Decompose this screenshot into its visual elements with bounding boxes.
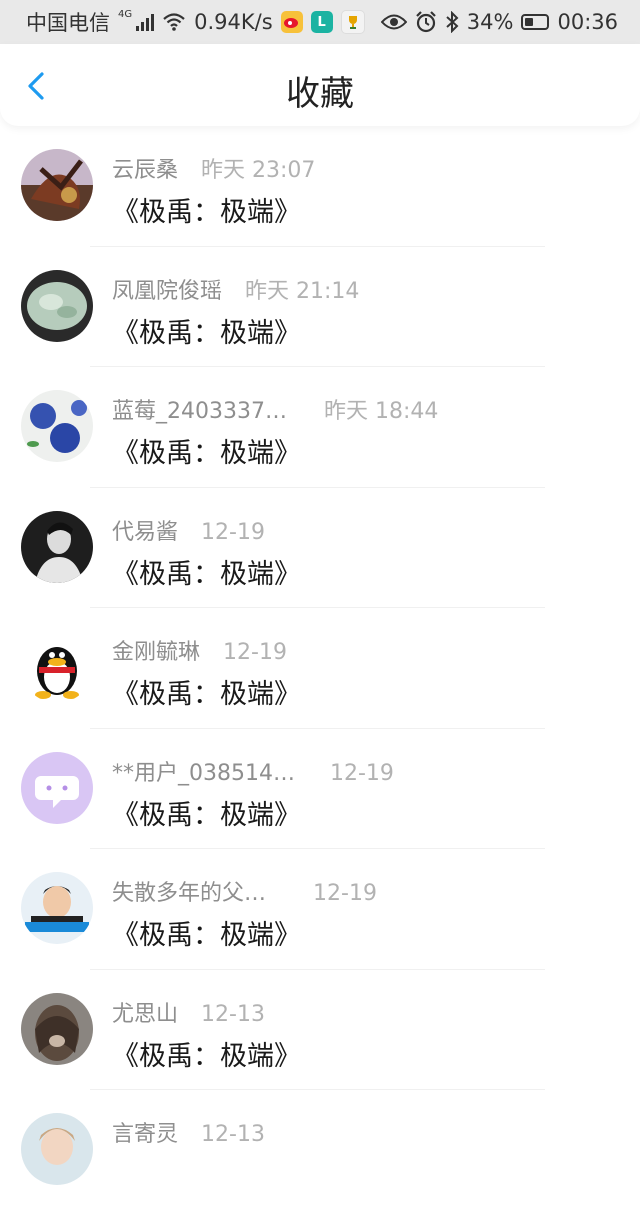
timestamp: 12-19 — [201, 519, 265, 545]
list-item[interactable]: 代易酱 12-19 《极禹：极端》 — [0, 488, 640, 608]
item-title[interactable]: 《极禹：极端》 — [112, 672, 301, 711]
battery-icon — [521, 14, 550, 30]
list-item[interactable]: 言寄灵 12-13 — [0, 1090, 640, 1211]
timestamp: 昨天 21:14 — [245, 278, 360, 304]
timestamp: 昨天 18:44 — [323, 399, 439, 424]
user-name[interactable]: 言寄灵 — [112, 1122, 178, 1147]
item-meta: 失散多年的父… 12-19 — [112, 875, 377, 907]
item-title[interactable]: 《极禹：极端》 — [112, 552, 301, 591]
item-title[interactable]: 《极禹：极端》 — [112, 431, 301, 470]
item-title[interactable]: 《极禹：极端》 — [112, 190, 301, 229]
page-title: 收藏 — [286, 74, 354, 114]
item-meta: 言寄灵 12-13 — [112, 1116, 265, 1148]
list-item[interactable]: **用户_038514… 12-19 《极禹：极端》 — [0, 729, 640, 849]
wifi-icon — [163, 13, 185, 31]
weibo-icon — [280, 11, 303, 33]
avatar[interactable] — [21, 510, 93, 583]
item-meta: **用户_038514… 12-19 — [112, 755, 394, 787]
list-item[interactable]: 蓝莓_2403337… 昨天 18:44 《极禹：极端》 — [0, 367, 640, 488]
item-title[interactable]: 《极禹：极端》 — [112, 793, 301, 832]
list-item[interactable]: 金刚毓琳 12-19 《极禹：极端》 — [0, 608, 640, 729]
list-item[interactable]: 云辰桑 昨天 23:07 《极禹：极端》 — [0, 126, 640, 247]
carrier-label: 中国电信 — [26, 11, 110, 35]
item-title[interactable]: 《极禹：极端》 — [112, 1034, 301, 1073]
timestamp: 12-19 — [223, 640, 287, 665]
avatar[interactable] — [21, 872, 93, 944]
avatar[interactable] — [21, 269, 93, 342]
network-badge: 4G — [118, 8, 133, 20]
avatar[interactable] — [21, 149, 93, 221]
nav-bar: 收藏 — [0, 44, 640, 126]
status-left: 中国电信 4G 0.94K/s L — [26, 7, 365, 37]
status-right: 34% 00:36 — [380, 10, 618, 34]
app-l-icon: L — [310, 11, 333, 33]
clock: 00:36 — [557, 10, 618, 34]
status-bar: 中国电信 4G 0.94K/s L 34% 00:36 — [0, 0, 640, 44]
timestamp: 昨天 23:07 — [201, 158, 316, 183]
item-meta: 蓝莓_2403337… 昨天 18:44 — [112, 393, 438, 425]
user-name[interactable]: 金刚毓琳 — [112, 640, 200, 665]
timestamp: 12-13 — [201, 1001, 265, 1027]
avatar[interactable] — [21, 631, 93, 703]
avatar[interactable] — [21, 751, 93, 824]
item-meta: 代易酱 12-19 — [112, 514, 265, 546]
list-item[interactable]: 尤思山 12-13 《极禹：极端》 — [0, 970, 640, 1090]
avatar[interactable] — [21, 992, 93, 1065]
item-title[interactable]: 《极禹：极端》 — [112, 913, 301, 952]
avatar[interactable] — [21, 390, 93, 462]
user-name[interactable]: 失散多年的父… — [112, 881, 266, 906]
timestamp: 12-19 — [329, 760, 394, 786]
list-item[interactable]: 失散多年的父… 12-19 《极禹：极端》 — [0, 849, 640, 970]
bluetooth-icon — [446, 11, 459, 33]
timestamp: 12-13 — [201, 1122, 265, 1147]
alarm-icon — [416, 11, 436, 33]
eye-icon — [380, 14, 407, 30]
network-speed: 0.94K/s — [194, 10, 273, 34]
user-name[interactable]: 云辰桑 — [112, 158, 178, 183]
battery-percent: 34% — [466, 10, 514, 34]
item-meta: 云辰桑 昨天 23:07 — [112, 152, 315, 184]
user-name[interactable]: 尤思山 — [112, 1002, 178, 1027]
user-name[interactable]: 蓝莓_2403337… — [112, 399, 287, 424]
list-item[interactable]: 凤凰院俊瑶 昨天 21:14 《极禹：极端》 — [0, 247, 640, 367]
item-meta: 凤凰院俊瑶 昨天 21:14 — [112, 273, 359, 305]
signal-icon — [136, 13, 155, 31]
item-meta: 金刚毓琳 12-19 — [112, 634, 287, 666]
user-name[interactable]: 代易酱 — [112, 520, 178, 545]
favorites-list: 云辰桑 昨天 23:07 《极禹：极端》 凤凰院俊瑶 昨天 21:14 《极禹：… — [0, 126, 640, 1211]
avatar[interactable] — [21, 1113, 93, 1185]
trophy-icon — [340, 10, 365, 34]
user-name[interactable]: **用户_038514… — [112, 761, 295, 786]
item-title[interactable]: 《极禹：极端》 — [112, 311, 301, 350]
user-name[interactable]: 凤凰院俊瑶 — [112, 279, 222, 304]
timestamp: 12-19 — [313, 881, 377, 906]
item-meta: 尤思山 12-13 — [112, 996, 265, 1028]
